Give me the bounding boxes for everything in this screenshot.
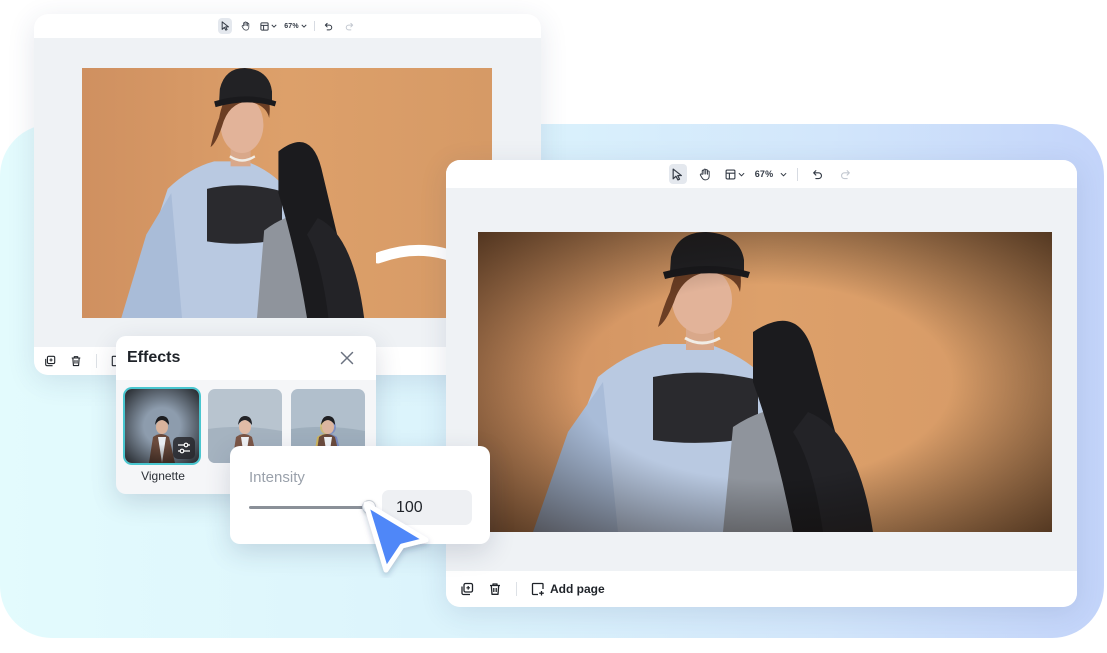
effect-label-vignette: Vignette [141,469,185,483]
select-arrow-icon [672,167,683,181]
close-icon [340,351,354,365]
editor-toolbar: 67% [446,160,1077,188]
layout-icon [260,21,269,31]
hand-icon [241,21,250,31]
redo-icon [346,22,354,30]
add-page-label: Add page [550,582,605,596]
delete-page-button[interactable] [70,355,82,367]
effects-panel-header: Effects [116,336,376,380]
redo-icon [840,169,850,179]
bottombar-divider [516,582,517,596]
chevron-down-icon [738,172,745,177]
canvas-page-result[interactable] [478,232,1052,532]
hand-tool-button[interactable] [697,164,715,184]
hand-tool-button[interactable] [239,18,253,34]
redo-button[interactable] [836,164,854,184]
delete-page-button[interactable] [488,582,502,596]
zoom-level: 67% [284,22,299,30]
pointer-cursor-icon [363,501,429,573]
bottombar-divider [96,354,97,368]
layout-icon [725,169,736,179]
close-button[interactable] [336,347,358,369]
chevron-down-icon [301,24,307,28]
duplicate-page-button[interactable] [44,355,56,367]
duplicate-page-icon [45,355,56,367]
effect-thumbnail-vignette[interactable] [125,389,199,463]
zoom-dropdown[interactable]: 67% [284,18,307,34]
intensity-label: Intensity [249,469,305,486]
chevron-down-icon [271,24,277,28]
undo-icon [812,169,822,179]
zoom-level: 67% [754,169,774,179]
intensity-slider-track[interactable] [249,506,369,509]
undo-button[interactable] [808,164,826,184]
editor-toolbar: 67% [34,14,541,38]
layout-dropdown[interactable] [260,18,277,34]
editor-bottombar: Add page [446,571,1077,607]
chevron-down-icon [780,172,787,177]
select-tool-button[interactable] [218,18,233,34]
duplicate-page-icon [461,582,474,596]
select-arrow-icon [221,21,229,31]
toolbar-divider [797,167,799,181]
sliders-icon [178,442,190,454]
toolbar-divider [313,21,315,31]
trash-icon [71,356,81,367]
portrait-photo-vignette [478,232,1052,532]
effect-options-button[interactable] [173,437,195,459]
layout-dropdown[interactable] [725,164,745,184]
trash-icon [490,583,500,595]
duplicate-page-button[interactable] [460,582,474,596]
effects-panel-title: Effects [127,349,181,366]
add-page-icon [531,582,544,596]
select-tool-button[interactable] [668,164,687,184]
undo-icon [325,22,333,30]
hand-icon [700,168,710,180]
zoom-dropdown[interactable]: 67% [755,164,788,184]
editor-window-result: 67% Add page [446,160,1077,607]
redo-button[interactable] [343,18,357,34]
add-page-button[interactable]: Add page [531,582,605,596]
undo-button[interactable] [322,18,336,34]
